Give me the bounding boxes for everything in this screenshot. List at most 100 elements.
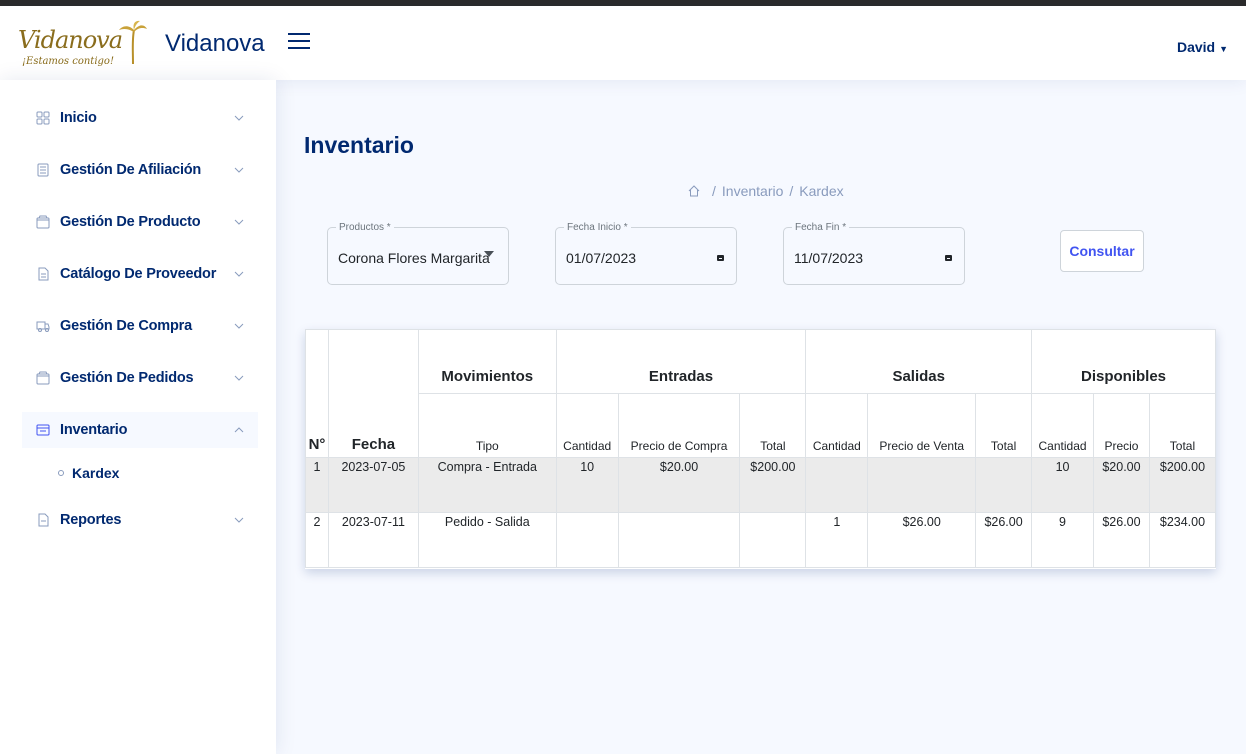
cell-salida-cantidad: 1 (805, 512, 869, 568)
brand-name[interactable]: Vidanova (165, 30, 265, 58)
col-tipo-header: Tipo (417, 393, 557, 458)
breadcrumb-separator: / (712, 183, 716, 199)
sidebar-item-label: Gestión De Afiliación (60, 162, 202, 178)
sidebar-item-label: Gestión De Producto (60, 214, 201, 230)
box-icon (36, 371, 50, 385)
start-date-field[interactable]: Fecha Inicio * 01/07/2023 (555, 222, 737, 285)
col-salida-total-header: Total (975, 393, 1033, 458)
calendar-icon[interactable] (945, 255, 952, 261)
cell-fecha: 2023-07-11 (327, 512, 419, 568)
sidebar-item-reportes[interactable]: Reportes (22, 502, 258, 538)
calendar-icon[interactable] (717, 255, 724, 261)
truck-icon (36, 319, 50, 333)
cell-salida-total (975, 457, 1033, 513)
grid-icon (36, 111, 50, 125)
document-icon (36, 267, 50, 281)
home-icon[interactable] (688, 185, 700, 197)
chevron-down-icon (234, 271, 244, 277)
sidebar-item-pedidos[interactable]: Gestión De Pedidos (22, 360, 258, 396)
col-disp-cantidad-header: Cantidad (1031, 393, 1094, 458)
cell-precio-venta (867, 457, 977, 513)
cell-disp-precio: $26.00 (1093, 512, 1150, 568)
menu-toggle-icon[interactable] (288, 33, 310, 51)
sidebar-item-inventario[interactable]: Inventario (22, 412, 258, 448)
box-icon (36, 215, 50, 229)
table-row: 2 2023-07-11 Pedido - Salida 1 $26.00 $2… (305, 512, 1217, 568)
sidebar-item-producto[interactable]: Gestión De Producto (22, 204, 258, 240)
kardex-table-card: N° Fecha Movimientos Entradas Salidas Di… (305, 329, 1217, 569)
chevron-up-icon (234, 427, 244, 433)
group-salidas: Salidas (805, 329, 1033, 394)
col-precio-compra-header: Precio de Compra (617, 393, 741, 458)
user-menu[interactable]: David ▼ (1177, 39, 1228, 55)
user-name: David (1176, 39, 1216, 55)
cell-precio-compra (617, 512, 741, 568)
sidebar-subitem-label: Kardex (72, 465, 120, 481)
sidebar-item-label: Catálogo De Proveedor (60, 266, 217, 282)
end-date-field[interactable]: Fecha Fin * 11/07/2023 (783, 222, 965, 285)
breadcrumb-kardex: Kardex (799, 183, 844, 199)
col-entrada-cantidad-header: Cantidad (555, 393, 619, 458)
end-date-label: Fecha Fin * (792, 222, 850, 233)
end-date-value: 11/07/2023 (794, 250, 864, 266)
sidebar-item-proveedor[interactable]: Catálogo De Proveedor (22, 256, 258, 292)
col-precio-venta-header: Precio de Venta (867, 393, 977, 458)
list-icon (36, 163, 50, 177)
sidebar-item-label: Gestión De Pedidos (60, 370, 194, 386)
logo[interactable]: Vidanova ¡Estamos contigo! (18, 18, 150, 74)
cell-entrada-total: $200.00 (739, 457, 807, 513)
cell-tipo: Compra - Entrada (417, 457, 557, 513)
sidebar-item-label: Gestión De Compra (60, 318, 192, 334)
chevron-down-icon (234, 517, 244, 523)
breadcrumb-inventario[interactable]: Inventario (722, 183, 783, 199)
cell-disp-total: $200.00 (1148, 457, 1217, 513)
col-fecha-header: Fecha (327, 329, 419, 458)
sidebar-item-afiliacion[interactable]: Gestión De Afiliación (22, 152, 258, 188)
file-icon (36, 513, 50, 527)
sidebar-item-inicio[interactable]: Inicio (22, 100, 258, 136)
cell-precio-venta: $26.00 (867, 512, 977, 568)
cell-entrada-total (739, 512, 807, 568)
cell-entrada-cantidad: 10 (555, 457, 619, 513)
breadcrumb: / Inventario / Kardex (688, 183, 844, 199)
sidebar-item-label: Reportes (60, 512, 122, 528)
sidebar-subitem-kardex[interactable]: Kardex (58, 458, 276, 488)
cell-n: 1 (305, 457, 329, 513)
col-no-header: N° (305, 329, 329, 458)
col-salida-cantidad-header: Cantidad (805, 393, 869, 458)
sidebar-item-label: Inicio (60, 110, 97, 126)
sidebar-item-compra[interactable]: Gestión De Compra (22, 308, 258, 344)
page-title: Inventario (304, 132, 414, 158)
sidebar-item-label: Inventario (60, 422, 128, 438)
layout-icon (36, 423, 50, 437)
col-disp-precio-header: Precio (1093, 393, 1150, 458)
logo-tagline: ¡Estamos contigo! (22, 56, 114, 67)
chevron-down-icon (234, 323, 244, 329)
start-date-value: 01/07/2023 (566, 250, 637, 266)
breadcrumb-separator: / (789, 183, 794, 199)
cell-n: 2 (305, 512, 329, 568)
chevron-down-icon (234, 219, 244, 225)
cell-disp-cantidad: 10 (1031, 457, 1094, 513)
cell-disp-total: $234.00 (1148, 512, 1217, 568)
product-select[interactable]: Productos * Corona Flores Margarita (327, 222, 509, 285)
chevron-down-icon (234, 375, 244, 381)
product-label: Productos * (336, 222, 394, 233)
consultar-button[interactable]: Consultar (1060, 230, 1144, 272)
cell-fecha: 2023-07-05 (327, 457, 419, 513)
cell-salida-total: $26.00 (975, 512, 1033, 568)
group-movimientos: Movimientos (417, 329, 557, 394)
sidebar: Inicio Gestión De Afiliación Gestión De … (0, 80, 276, 754)
top-header: Vidanova ¡Estamos contigo! Vidanova Davi… (0, 6, 1246, 80)
chevron-down-icon (234, 115, 244, 121)
cell-precio-compra: $20.00 (617, 457, 741, 513)
cell-entrada-cantidad (555, 512, 619, 568)
group-entradas: Entradas (555, 329, 807, 394)
palm-icon (119, 20, 147, 64)
product-value: Corona Flores Margarita (338, 250, 490, 266)
col-disp-total-header: Total (1148, 393, 1217, 458)
cell-tipo: Pedido - Salida (417, 512, 557, 568)
chevron-down-icon (234, 167, 244, 173)
group-disponibles: Disponibles (1031, 329, 1216, 394)
circle-icon (58, 470, 64, 476)
